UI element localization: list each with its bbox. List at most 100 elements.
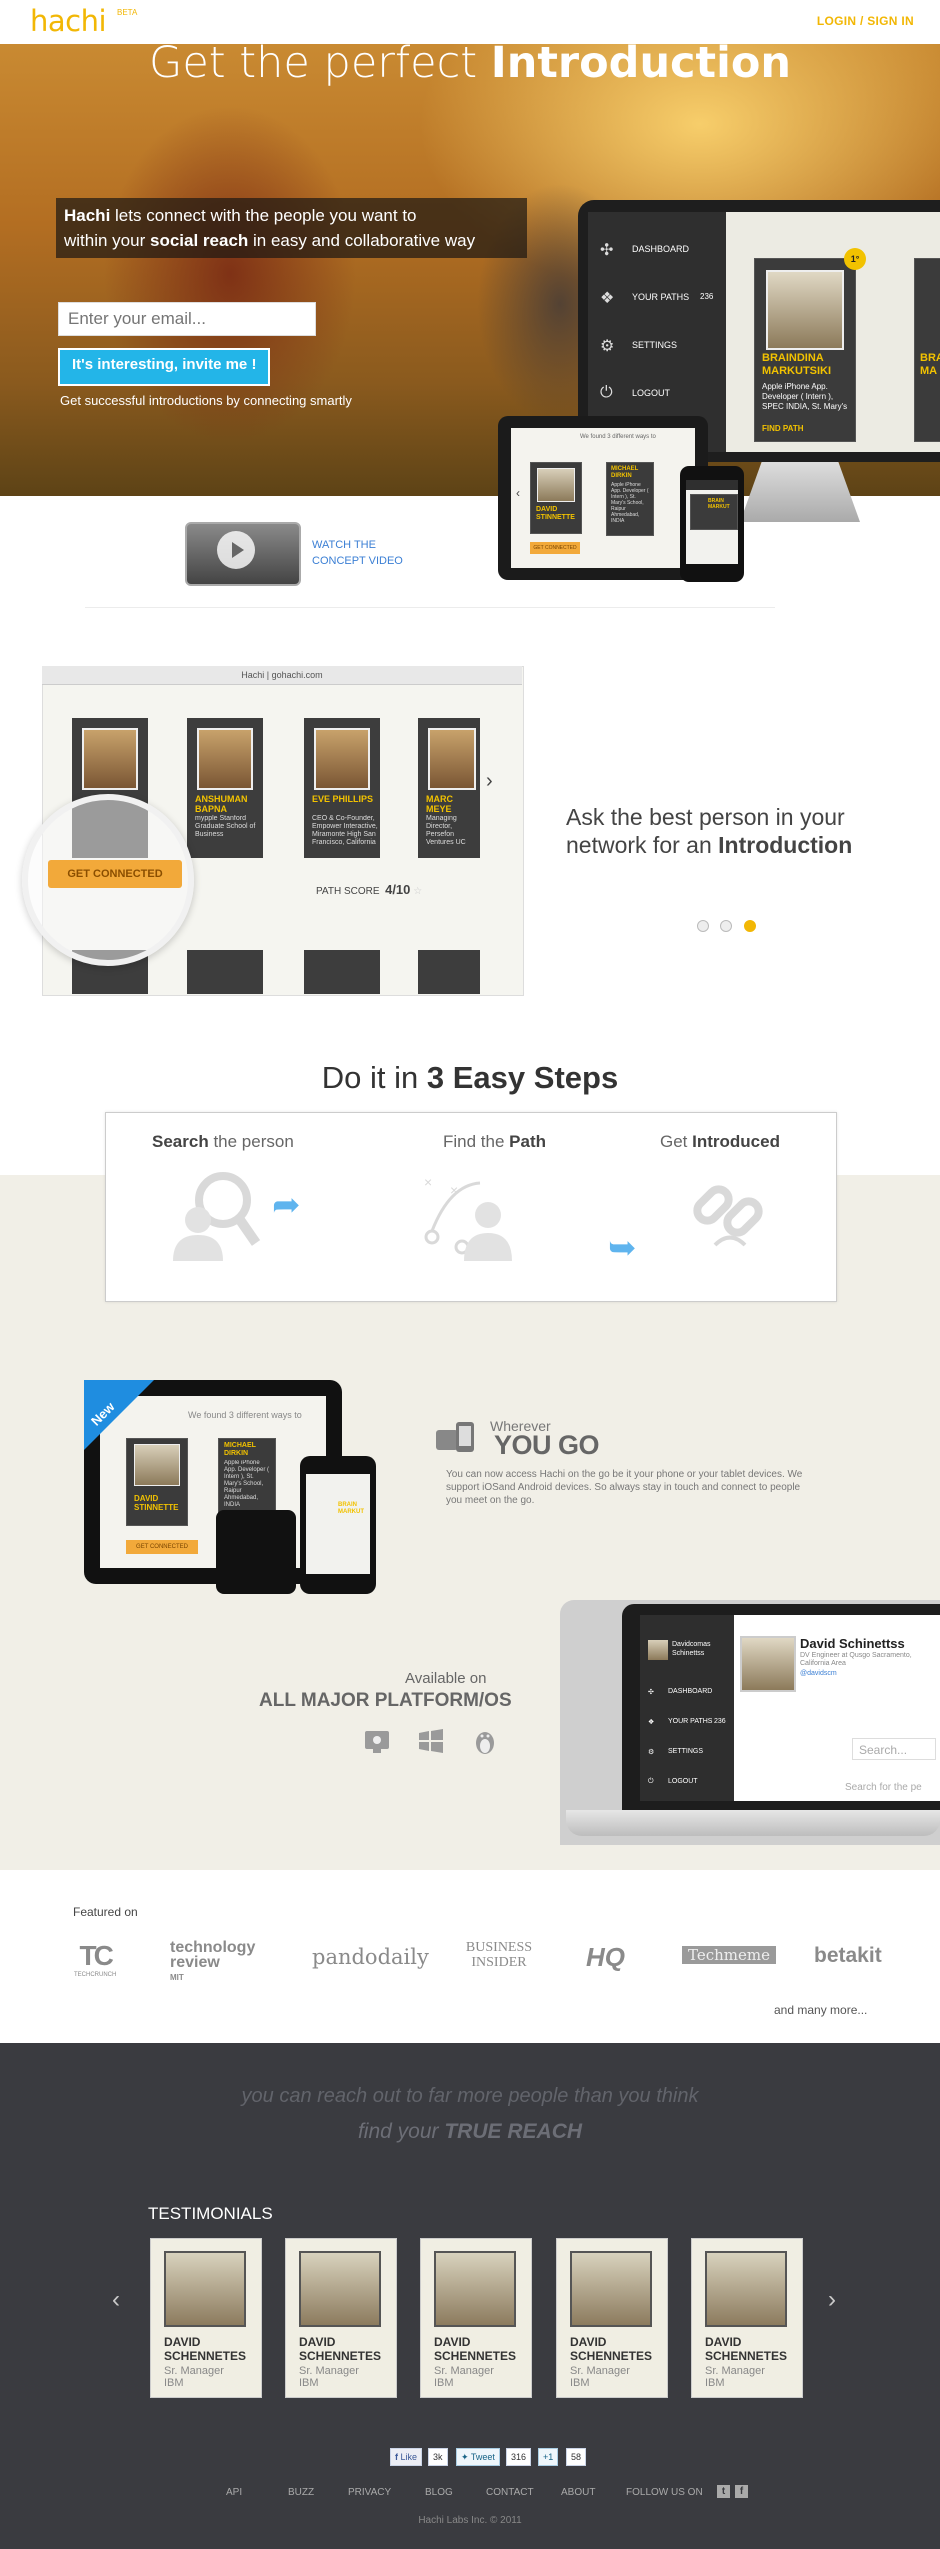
laptop-user: Davidcomas Schinettss [648, 1640, 728, 1660]
betakit-logo[interactable]: betakit [814, 1944, 882, 1968]
card-desc: Managing Director, Persefon Ventures UC … [426, 815, 466, 846]
get-connected-button[interactable]: GET CONNECTED [48, 860, 182, 888]
name-last: SCHENNETES [164, 2349, 247, 2363]
invite-me-button[interactable]: It's interesting, invite me ! [58, 348, 271, 386]
footer-link-about[interactable]: ABOUT [561, 2487, 595, 2498]
steps-title-bold: 3 Easy Steps [426, 1060, 619, 1095]
caption-line-2-pre: network for an [566, 832, 712, 858]
testimonial-card[interactable]: DAVID SCHENNETES Sr. Manager IBM [556, 2238, 668, 2398]
footer-link-privacy[interactable]: PRIVACY [348, 2487, 391, 2498]
testimonials-next-icon[interactable]: › [828, 2286, 836, 2314]
steps-title-pre: Do it in [321, 1060, 419, 1095]
card-photo [197, 728, 253, 790]
mobile-tablet-header: We found 3 different ways to [188, 1410, 302, 1420]
mobile-card-name: DAVID STINNETTE [134, 1494, 178, 1512]
testimonial-role: Sr. Manager IBM [434, 2365, 494, 2389]
tagline-line-2-pre: within your [64, 231, 146, 250]
step-3-bold: Introduced [692, 1132, 780, 1151]
tablet-card-name: DAVID STINNETTE [536, 506, 575, 522]
monitor-profile-photo [766, 270, 844, 350]
power-icon: ⏻ [648, 1778, 654, 1785]
footer-link-blog[interactable]: BLOG [425, 2487, 453, 2498]
hq-logo[interactable]: HQ [586, 1942, 625, 1973]
menu-label: LOGOUT [632, 388, 671, 398]
browser-title-bar: Hachi | gohachi.com [42, 666, 522, 685]
like-count: 3k [428, 2448, 448, 2466]
rank-badge: 1° [844, 248, 866, 270]
technology-review-logo[interactable]: technology review MIT [170, 1940, 264, 1985]
slider-card-6 [187, 950, 263, 994]
laptop-menu-logout[interactable]: ⏻ LOGOUT [648, 1778, 738, 1808]
step-1-label: Search the person [152, 1132, 294, 1152]
tablet-card2-name: MICHAEL DIRKIN [611, 466, 638, 480]
slider-dot-2[interactable] [720, 920, 732, 932]
techcrunch-logo[interactable]: TC TECHCRUNCH [74, 1940, 116, 1978]
laptop-menu-dashboard[interactable]: ✣ DASHBOARD [648, 1688, 738, 1718]
find-path-link[interactable]: FIND PATH [762, 424, 803, 433]
plus-one-button[interactable]: +1 [538, 2448, 559, 2466]
paw-icon: ❖ [648, 1719, 655, 1726]
name-first: DAVID [434, 2335, 471, 2349]
watch-concept-video-link[interactable]: WATCH THE CONCEPT VIDEO [312, 537, 403, 569]
play-icon[interactable] [217, 531, 255, 569]
slider-dot-1[interactable] [697, 920, 709, 932]
testimonial-card[interactable]: DAVID SCHENNETES Sr. Manager IBM [150, 2238, 262, 2398]
footer-link-contact[interactable]: CONTACT [486, 2487, 534, 2498]
laptop-profile-desc: DV Engineer at Qusgo Sacramento, Califor… [800, 1652, 912, 1667]
name-first: DAVID [705, 2335, 742, 2349]
tweet-button[interactable]: ✦ Tweet [456, 2448, 500, 2466]
menu-item-settings[interactable]: ⚙ SETTINGS [600, 336, 724, 384]
slider-caption: Ask the best person in your network for … [566, 803, 906, 859]
testimonial-card[interactable]: DAVID SCHENNETES Sr. Manager IBM [420, 2238, 532, 2398]
slider-card-3: EVE PHILLIPS CEO & Co-Founder, Empower In… [304, 718, 380, 858]
chevron-left-icon[interactable]: ‹ [516, 486, 520, 500]
slider-dot-3-active[interactable] [744, 920, 756, 932]
menu-item-your-paths[interactable]: ❖ YOUR PATHS 236 [600, 288, 724, 336]
video-link-line-2: CONCEPT VIDEO [312, 555, 403, 567]
hero-subtext: Get successful introductions by connecti… [60, 393, 352, 408]
slider-card-2: ANSHUMAN BAPNA mypple Stanford Graduate S… [187, 718, 263, 858]
gear-icon: ⚙ [600, 338, 615, 355]
tablet-card-photo [537, 468, 575, 502]
techmeme-logo[interactable]: Techmeme [682, 1946, 776, 1964]
facebook-follow-icon[interactable]: f [735, 2485, 748, 2498]
menu-item-dashboard[interactable]: ✣ DASHBOARD [600, 240, 724, 288]
tablet-get-connected[interactable]: GET CONNECTED [530, 542, 580, 554]
dashboard-icon: ✣ [648, 1689, 654, 1696]
mobile-get-connected[interactable]: GET CONNECTED [126, 1540, 198, 1554]
phone-card-name: BRAIN MARKUT [708, 498, 730, 510]
path-score-label: PATH SCORE [316, 886, 380, 897]
role: Sr. Manager [434, 2365, 494, 2377]
slider-next-icon[interactable]: › [486, 770, 493, 793]
footer-link-buzz[interactable]: BUZZ [288, 2487, 314, 2498]
org: IBM [570, 2377, 590, 2389]
testimonial-card[interactable]: DAVID SCHENNETES Sr. Manager IBM [691, 2238, 803, 2398]
laptop-menu: ✣ DASHBOARD ❖ YOUR PATHS 236 ⚙ SETTINGS ⏻… [648, 1688, 738, 1808]
testimonials-prev-icon[interactable]: ‹ [112, 2286, 120, 2314]
card-name: ANSHUMAN BAPNA [195, 794, 248, 814]
login-signin-link[interactable]: LOGIN / SIGN IN [817, 14, 914, 28]
monitor-card2-name: BRA MA [920, 352, 940, 378]
logo-sub: TECHCRUNCH [74, 1972, 117, 1978]
role: Sr. Manager [705, 2365, 765, 2377]
pandodaily-logo[interactable]: pandodaily [312, 1945, 429, 1969]
facebook-icon: f [395, 2452, 398, 2462]
laptop-menu-settings[interactable]: ⚙ SETTINGS [648, 1748, 738, 1778]
find-path-icon: × × [420, 1165, 516, 1261]
email-input[interactable] [58, 302, 316, 336]
footer-link-api[interactable]: API [226, 2487, 242, 2498]
caption-introduction: Introduction [718, 832, 853, 858]
card-name: MARC MEYE [426, 794, 453, 814]
hachi-logo[interactable]: hachi [30, 4, 107, 38]
twitter-follow-icon[interactable]: t [717, 2485, 730, 2498]
monitor-menu: ✣ DASHBOARD ❖ YOUR PATHS 236 ⚙ SETTINGS ⏻ LOG… [600, 240, 724, 432]
business-insider-logo[interactable]: BUSINESS INSIDER [464, 1940, 534, 1970]
laptop-menu-paths[interactable]: ❖ YOUR PATHS 236 [648, 1718, 738, 1748]
card-photo [82, 728, 138, 790]
name-last: SCHENNETES [434, 2349, 517, 2363]
follow-us-label: FOLLOW US ON [626, 2487, 703, 2498]
testimonial-card[interactable]: DAVID SCHENNETES Sr. Manager IBM [285, 2238, 397, 2398]
laptop-search-box[interactable]: Search... [852, 1738, 936, 1760]
laptop-avatar [648, 1640, 668, 1660]
facebook-like-button[interactable]: f Like [390, 2448, 423, 2466]
